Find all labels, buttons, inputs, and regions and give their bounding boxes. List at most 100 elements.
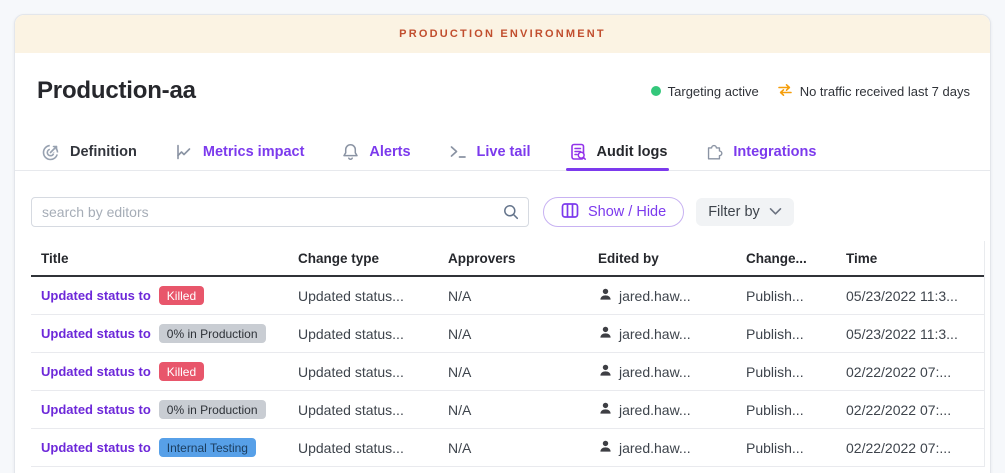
chevron-down-icon [769, 204, 782, 220]
time-cell: 02/22/2022 07:... [846, 440, 984, 456]
puzzle-icon [704, 142, 724, 162]
production-environment-banner: PRODUCTION ENVIRONMENT [15, 15, 990, 53]
column-header-title: Title [41, 251, 298, 266]
change-cell: Publish... [746, 402, 846, 418]
target-icon [41, 142, 61, 162]
title-cell: Updated status to 0% in Production [41, 324, 298, 343]
user-icon [598, 439, 613, 457]
tab-metrics-impact[interactable]: Metrics impact [174, 133, 305, 170]
table-row[interactable]: Updated status to Killed Updated status.… [31, 277, 984, 315]
time-cell: 05/23/2022 11:3... [846, 288, 984, 304]
status-badge: 0% in Production [159, 400, 266, 419]
tab-integrations[interactable]: Integrations [704, 133, 816, 170]
approvers-cell: N/A [448, 440, 598, 456]
change-cell: Publish... [746, 440, 846, 456]
edited-by-value: jared.haw... [619, 326, 691, 342]
time-cell: 02/22/2022 07:... [846, 402, 984, 418]
audit-entry-link[interactable]: Updated status to [41, 402, 151, 417]
edited-by-cell: jared.haw... [598, 363, 746, 381]
column-header-time: Time [846, 251, 984, 266]
columns-icon [561, 202, 579, 223]
environment-card: PRODUCTION ENVIRONMENT Production-aa Tar… [14, 14, 991, 473]
document-search-icon [568, 142, 588, 162]
tab-live-tail[interactable]: Live tail [448, 133, 531, 170]
change-type-cell: Updated status... [298, 326, 448, 342]
status-badge: Killed [159, 286, 204, 305]
targeting-status: Targeting active [651, 84, 759, 99]
edited-by-value: jared.haw... [619, 288, 691, 304]
column-header-approvers: Approvers [448, 251, 598, 266]
edited-by-cell: jared.haw... [598, 287, 746, 305]
show-hide-button[interactable]: Show / Hide [543, 197, 684, 227]
edited-by-value: jared.haw... [619, 440, 691, 456]
filter-by-label: Filter by [708, 204, 760, 220]
title-cell: Updated status to Internal Testing [41, 438, 298, 457]
audit-entry-link[interactable]: Updated status to [41, 440, 151, 455]
approvers-cell: N/A [448, 364, 598, 380]
title-cell: Updated status to 0% in Production [41, 400, 298, 419]
search-box [31, 197, 529, 227]
page-header: Production-aa Targeting active No traffi… [15, 53, 990, 105]
tab-label: Metrics impact [203, 144, 305, 160]
column-header-edited-by: Edited by [598, 251, 746, 266]
traffic-arrows-icon [777, 83, 793, 100]
change-type-cell: Updated status... [298, 440, 448, 456]
title-cell: Updated status to Killed [41, 362, 298, 381]
user-icon [598, 363, 613, 381]
time-cell: 05/23/2022 11:3... [846, 326, 984, 342]
tab-definition[interactable]: Definition [41, 133, 137, 170]
column-header-change-type: Change type [298, 251, 448, 266]
table-row[interactable]: Updated status to Killed Updated status.… [31, 353, 984, 391]
table-row[interactable]: Updated status to 0% in Production Updat… [31, 315, 984, 353]
tab-audit-logs[interactable]: Audit logs [568, 133, 668, 170]
edited-by-value: jared.haw... [619, 402, 691, 418]
table-header-row: Title Change type Approvers Edited by Ch… [31, 241, 984, 277]
traffic-status: No traffic received last 7 days [777, 83, 970, 100]
edited-by-cell: jared.haw... [598, 439, 746, 457]
audit-entry-link[interactable]: Updated status to [41, 364, 151, 379]
approvers-cell: N/A [448, 326, 598, 342]
table-row[interactable]: Updated status to 0% in Production Updat… [31, 391, 984, 429]
audit-entry-link[interactable]: Updated status to [41, 288, 151, 303]
search-icon[interactable] [502, 203, 520, 226]
edited-by-value: jared.haw... [619, 364, 691, 380]
user-icon [598, 325, 613, 343]
targeting-status-label: Targeting active [668, 84, 759, 99]
user-icon [598, 401, 613, 419]
approvers-cell: N/A [448, 288, 598, 304]
change-cell: Publish... [746, 288, 846, 304]
approvers-cell: N/A [448, 402, 598, 418]
time-cell: 02/22/2022 07:... [846, 364, 984, 380]
change-type-cell: Updated status... [298, 364, 448, 380]
change-type-cell: Updated status... [298, 288, 448, 304]
change-cell: Publish... [746, 364, 846, 380]
tab-label: Live tail [477, 144, 531, 160]
status-badge: Killed [159, 362, 204, 381]
edited-by-cell: jared.haw... [598, 401, 746, 419]
tab-alerts[interactable]: Alerts [341, 133, 410, 170]
status-badge: 0% in Production [159, 324, 266, 343]
column-header-change: Change... [746, 251, 846, 266]
chart-line-icon [174, 142, 194, 162]
table-row[interactable]: Updated status to Internal Testing Updat… [31, 429, 984, 467]
show-hide-label: Show / Hide [588, 204, 666, 220]
tab-label: Alerts [369, 144, 410, 160]
search-input[interactable] [31, 197, 529, 227]
status-group: Targeting active No traffic received las… [651, 83, 970, 100]
toolbar: Show / Hide Filter by [31, 197, 974, 227]
status-badge: Internal Testing [159, 438, 256, 457]
traffic-status-label: No traffic received last 7 days [800, 84, 970, 99]
tab-label: Integrations [733, 144, 816, 160]
change-cell: Publish... [746, 326, 846, 342]
title-cell: Updated status to Killed [41, 286, 298, 305]
audit-log-table: Title Change type Approvers Edited by Ch… [31, 241, 985, 467]
filter-by-button[interactable]: Filter by [696, 198, 794, 226]
user-icon [598, 287, 613, 305]
edited-by-cell: jared.haw... [598, 325, 746, 343]
audit-entry-link[interactable]: Updated status to [41, 326, 151, 341]
tab-bar: Definition Metrics impact Alerts [15, 133, 990, 171]
bell-icon [341, 142, 360, 162]
change-type-cell: Updated status... [298, 402, 448, 418]
tab-label: Audit logs [597, 144, 668, 160]
green-dot-icon [651, 86, 661, 96]
